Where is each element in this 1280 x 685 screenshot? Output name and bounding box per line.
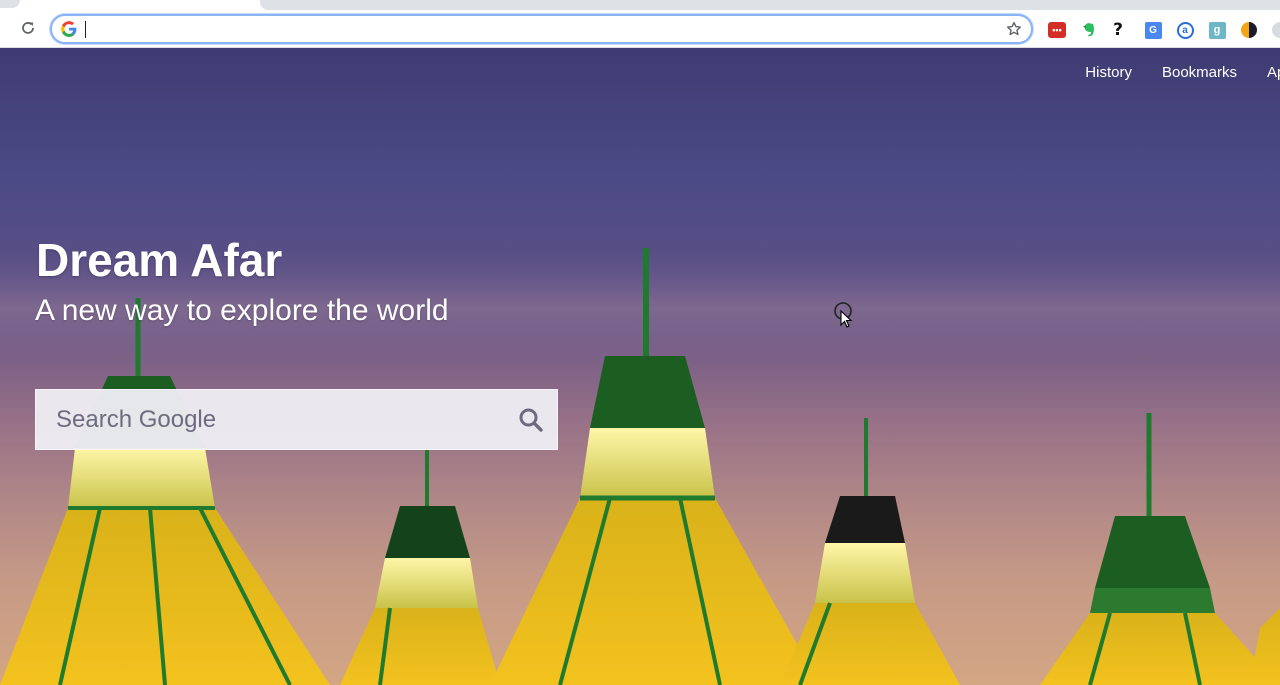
question-mark-icon: ?	[1113, 20, 1123, 40]
google-icon	[61, 21, 77, 37]
search-button[interactable]	[517, 406, 545, 434]
hero-background: History Bookmarks Ap Dream Afar A new wa…	[0, 48, 1280, 685]
search-icon	[519, 408, 543, 432]
translate-extension-button[interactable]: G	[1143, 20, 1163, 40]
evernote-extension-button[interactable]	[1079, 20, 1099, 40]
page-tagline: A new way to explore the world	[35, 294, 449, 327]
partial-extension-button[interactable]	[1270, 20, 1280, 40]
nav-history-link[interactable]: History	[1070, 64, 1147, 82]
tab-strip-background	[260, 0, 1280, 10]
nav-apps-link[interactable]: Ap	[1252, 64, 1280, 82]
extension-icon	[1272, 22, 1280, 38]
browser-toolbar: › ••• ? G a	[0, 12, 1280, 48]
help-extension-button[interactable]: ?	[1108, 20, 1128, 40]
tent-roof-photo	[0, 248, 1280, 685]
lastpass-icon: •••	[1048, 22, 1066, 38]
google-translate-icon: G	[1144, 21, 1162, 39]
g-extension-icon: g	[1208, 21, 1226, 39]
active-tab-edge[interactable]	[0, 0, 20, 8]
bookmark-star-button[interactable]	[1005, 20, 1023, 38]
nav-bookmarks-link[interactable]: Bookmarks	[1147, 64, 1252, 82]
search-box	[35, 389, 558, 450]
at-extension-button[interactable]: a	[1175, 20, 1195, 40]
mouse-cursor-icon	[834, 302, 853, 328]
tab-strip	[0, 0, 1280, 12]
evernote-icon	[1083, 23, 1094, 37]
url-input[interactable]	[86, 18, 986, 40]
address-bar[interactable]	[50, 14, 1033, 44]
page-title: Dream Afar	[36, 234, 283, 286]
search-input[interactable]	[56, 390, 496, 449]
back-arrow-icon[interactable]: ›	[0, 23, 4, 35]
lastpass-extension-button[interactable]: •••	[1047, 20, 1067, 40]
at-sign-icon: a	[1176, 21, 1194, 39]
reload-icon	[22, 22, 34, 34]
star-icon	[1007, 21, 1021, 36]
g-extension-button[interactable]: g	[1207, 20, 1227, 40]
reload-button[interactable]	[17, 17, 39, 39]
moon-icon	[1241, 22, 1257, 38]
top-nav: History Bookmarks Ap	[1070, 64, 1280, 82]
moon-extension-button[interactable]	[1239, 20, 1259, 40]
